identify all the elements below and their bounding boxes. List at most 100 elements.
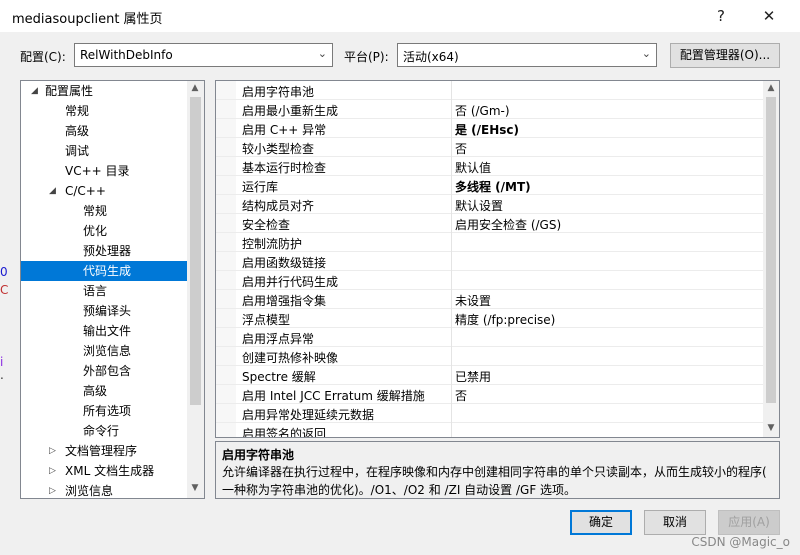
property-row[interactable]: 基本运行时检查 默认值 bbox=[216, 157, 763, 176]
property-row[interactable]: 启用浮点异常 bbox=[216, 328, 763, 347]
tree-item[interactable]: 外部包含 bbox=[83, 361, 131, 381]
property-value[interactable]: 否 bbox=[455, 140, 467, 157]
description-line: 一种称为字符串池的优化)。/O1、/O2 和 /ZI 自动设置 /GF 选项。 bbox=[222, 483, 577, 497]
property-row[interactable]: 启用 C++ 异常 是 (/EHsc) bbox=[216, 119, 763, 138]
background-editor-text: . bbox=[0, 368, 4, 382]
tree-item[interactable]: 预处理器 bbox=[83, 241, 131, 261]
property-name: 启用字符串池 bbox=[242, 85, 315, 99]
property-value[interactable]: 否 bbox=[455, 387, 467, 404]
scroll-down-icon[interactable]: ▼ bbox=[763, 423, 779, 433]
property-name: Spectre 缓解 bbox=[242, 370, 316, 384]
platform-combo[interactable]: 活动(x64) ⌄ bbox=[397, 43, 657, 67]
tree-item[interactable]: 输出文件 bbox=[83, 321, 131, 341]
tree-item[interactable]: 语言 bbox=[83, 281, 107, 301]
column-divider[interactable] bbox=[451, 81, 452, 437]
property-row[interactable]: 浮点模型 精度 (/fp:precise) bbox=[216, 309, 763, 328]
property-row[interactable]: 创建可热修补映像 bbox=[216, 347, 763, 366]
watermark: CSDN @Magic_o bbox=[691, 535, 790, 549]
property-value[interactable]: 启用安全检查 (/GS) bbox=[455, 216, 561, 233]
property-name: 结构成员对齐 bbox=[242, 199, 315, 213]
property-value[interactable]: 未设置 bbox=[455, 292, 491, 309]
ok-button[interactable]: 确定 bbox=[570, 510, 632, 535]
tree-item[interactable]: 命令行 bbox=[83, 421, 119, 441]
property-row[interactable]: 安全检查 启用安全检查 (/GS) bbox=[216, 214, 763, 233]
property-row[interactable]: 启用最小重新生成 否 (/Gm-) bbox=[216, 100, 763, 119]
title-bar: mediasoupclient 属性页 ? ✕ bbox=[0, 0, 800, 32]
property-name: 启用并行代码生成 bbox=[242, 275, 339, 289]
property-name: 启用最小重新生成 bbox=[242, 104, 339, 118]
collapsed-triangle-icon[interactable]: ▷ bbox=[49, 441, 56, 461]
property-row[interactable]: 启用 Intel JCC Erratum 缓解措施 否 bbox=[216, 385, 763, 404]
cancel-button[interactable]: 取消 bbox=[644, 510, 706, 535]
expanded-triangle-icon[interactable]: ◢ bbox=[31, 81, 38, 101]
platform-value: 活动(x64) bbox=[403, 50, 459, 64]
property-row[interactable]: 启用并行代码生成 bbox=[216, 271, 763, 290]
scroll-up-icon[interactable]: ▲ bbox=[187, 83, 203, 93]
tree-item[interactable]: ▷ 浏览信息 bbox=[49, 481, 189, 498]
tree-item[interactable]: 调试 bbox=[65, 141, 89, 161]
tree-item[interactable]: 常规 bbox=[65, 101, 89, 121]
apply-button[interactable]: 应用(A) bbox=[718, 510, 780, 535]
collapsed-triangle-icon[interactable]: ▷ bbox=[49, 481, 56, 498]
background-editor-text: 0 bbox=[0, 265, 8, 279]
property-value[interactable]: 已禁用 bbox=[455, 368, 491, 385]
tree-item[interactable]: 优化 bbox=[83, 221, 107, 241]
property-row[interactable]: Spectre 缓解 已禁用 bbox=[216, 366, 763, 385]
property-row[interactable]: 启用签名的返回 bbox=[216, 423, 763, 438]
property-value[interactable]: 否 (/Gm-) bbox=[455, 102, 510, 119]
property-value[interactable]: 多线程 (/MT) bbox=[455, 178, 531, 195]
property-value[interactable]: 精度 (/fp:precise) bbox=[455, 311, 555, 328]
property-name: 启用函数级链接 bbox=[242, 256, 327, 270]
property-row[interactable]: 启用字符串池 bbox=[216, 81, 763, 100]
property-name: 启用签名的返回 bbox=[242, 427, 327, 438]
platform-label: 平台(P): bbox=[344, 50, 389, 64]
window-title: mediasoupclient 属性页 bbox=[12, 12, 163, 27]
property-name: 创建可热修补映像 bbox=[242, 351, 339, 365]
property-row[interactable]: 结构成员对齐 默认设置 bbox=[216, 195, 763, 214]
tree-item[interactable]: ◢ C/C++ bbox=[49, 181, 189, 201]
config-combo[interactable]: RelWithDebInfo ⌄ bbox=[74, 43, 333, 67]
tree-item[interactable]: 高级 bbox=[65, 121, 89, 141]
description-line: 允许编译器在执行过程中，在程序映像和内存中创建相同字符串的单个只读副本，从而生成… bbox=[222, 465, 767, 479]
property-value[interactable]: 是 (/EHsc) bbox=[455, 121, 519, 138]
property-name: 浮点模型 bbox=[242, 313, 291, 327]
property-row[interactable]: 启用函数级链接 bbox=[216, 252, 763, 271]
property-grid: 启用字符串池 启用最小重新生成 否 (/Gm-) 启用 C++ 异常 是 (/EHs… bbox=[215, 80, 780, 438]
help-button[interactable]: ? bbox=[706, 4, 736, 28]
tree-item[interactable]: 常规 bbox=[83, 201, 107, 221]
tree-item[interactable]: 浏览信息 bbox=[83, 341, 131, 361]
scrollbar-thumb[interactable] bbox=[190, 97, 201, 405]
tree-scrollbar[interactable]: ▲ ▼ bbox=[187, 81, 204, 498]
property-value[interactable]: 默认设置 bbox=[455, 197, 503, 214]
tree-item[interactable]: 预编译头 bbox=[83, 301, 131, 321]
description-panel: 启用字符串池 允许编译器在执行过程中，在程序映像和内存中创建相同字符串的单个只读… bbox=[215, 441, 780, 499]
description-title: 启用字符串池 bbox=[222, 448, 295, 462]
scrollbar-thumb[interactable] bbox=[766, 97, 776, 403]
tree-item[interactable]: 所有选项 bbox=[83, 401, 131, 421]
collapsed-triangle-icon[interactable]: ▷ bbox=[49, 461, 56, 481]
property-row[interactable]: 控制流防护 bbox=[216, 233, 763, 252]
property-row[interactable]: 启用异常处理延续元数据 bbox=[216, 404, 763, 423]
chevron-down-icon: ⌄ bbox=[641, 47, 651, 60]
description-text: 允许编译器在执行过程中，在程序映像和内存中创建相同字符串的单个只读副本，从而生成… bbox=[222, 463, 772, 499]
configuration-manager-button[interactable]: 配置管理器(O)... bbox=[670, 43, 780, 68]
tree-item[interactable]: ◢ 配置属性 bbox=[29, 81, 189, 101]
property-name: 安全检查 bbox=[242, 218, 291, 232]
grid-scrollbar[interactable]: ▲ ▼ bbox=[763, 81, 779, 437]
close-button[interactable]: ✕ bbox=[754, 4, 784, 28]
scroll-down-icon[interactable]: ▼ bbox=[187, 483, 203, 493]
tree-item[interactable]: 高级 bbox=[83, 381, 107, 401]
tree-item[interactable]: VC++ 目录 bbox=[65, 161, 130, 181]
scroll-up-icon[interactable]: ▲ bbox=[763, 83, 779, 93]
expanded-triangle-icon[interactable]: ◢ bbox=[49, 181, 56, 201]
tree-item[interactable]: ▷ 文档管理程序 bbox=[49, 441, 189, 461]
background-editor-text: i bbox=[0, 355, 4, 369]
tree-item[interactable]: ▷ XML 文档生成器 bbox=[49, 461, 189, 481]
property-row[interactable]: 较小类型检查 否 bbox=[216, 138, 763, 157]
chevron-down-icon: ⌄ bbox=[317, 47, 327, 60]
property-value[interactable]: 默认值 bbox=[455, 159, 491, 176]
property-row[interactable]: 运行库 多线程 (/MT) bbox=[216, 176, 763, 195]
tree-item-selected[interactable]: 代码生成 bbox=[21, 261, 187, 281]
property-name: 启用 C++ 异常 bbox=[242, 123, 327, 137]
property-row[interactable]: 启用增强指令集 未设置 bbox=[216, 290, 763, 309]
